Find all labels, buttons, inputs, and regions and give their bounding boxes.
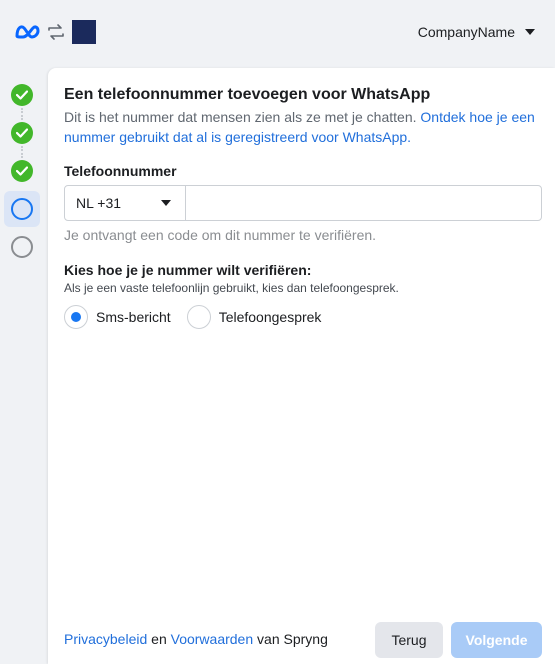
step-complete-icon <box>11 122 33 144</box>
phone-call-radio[interactable] <box>186 305 211 329</box>
step-connector <box>21 108 23 120</box>
page-title: Een telefoonnummer toevoegen voor WhatsA… <box>64 86 431 103</box>
legal-links: Privacybeleid en Voorwaarden van Spryng <box>64 631 328 647</box>
subtitle-text: Dit is het nummer dat mensen zien als ze… <box>64 109 417 125</box>
verify-method-label: Kies hoe je je nummer wilt verifiëren: <box>64 262 312 278</box>
country-code-value: NL +31 <box>76 195 122 211</box>
step-complete-icon <box>11 84 33 106</box>
sms-radio[interactable] <box>64 305 88 329</box>
legal-and-text: en <box>151 631 167 647</box>
next-button[interactable]: Volgende <box>451 622 542 658</box>
terms-link[interactable]: Voorwaarden <box>171 631 254 647</box>
verify-method-description: Als je een vaste telefoonlijn gebruikt, … <box>64 281 399 295</box>
phone-hint: Je ontvangt een code om dit nummer te ve… <box>64 227 377 243</box>
swap-icon <box>48 24 64 40</box>
meta-logo-icon <box>15 25 40 39</box>
sms-radio-label[interactable]: Sms-bericht <box>96 309 171 325</box>
step-pending-icon <box>11 236 33 258</box>
account-name: CompanyName <box>417 24 515 40</box>
account-switcher[interactable]: CompanyName <box>418 22 535 42</box>
chevron-down-icon <box>161 200 171 206</box>
verify-method-options: Sms-bericht Telefoongesprek <box>64 305 337 329</box>
page-subtitle: Dit is het nummer dat mensen zien als ze… <box>64 107 539 147</box>
back-button[interactable]: Terug <box>375 622 443 658</box>
phone-number-input[interactable] <box>186 186 541 220</box>
privacy-policy-link[interactable]: Privacybeleid <box>64 631 147 647</box>
phone-label: Telefoonnummer <box>64 163 177 179</box>
top-bar: CompanyName <box>0 0 555 64</box>
main-card: Een telefoonnummer toevoegen voor WhatsA… <box>48 68 555 664</box>
step-current-icon <box>11 198 33 220</box>
progress-stepper <box>0 64 48 664</box>
step-complete-icon <box>11 160 33 182</box>
country-code-select[interactable]: NL +31 <box>65 186 186 220</box>
partner-logo <box>72 20 96 44</box>
chevron-down-icon <box>525 29 535 35</box>
phone-call-radio-label[interactable]: Telefoongesprek <box>219 309 322 325</box>
phone-field-group: NL +31 <box>64 185 542 221</box>
legal-suffix-text: van Spryng <box>257 631 328 647</box>
step-connector <box>21 146 23 158</box>
